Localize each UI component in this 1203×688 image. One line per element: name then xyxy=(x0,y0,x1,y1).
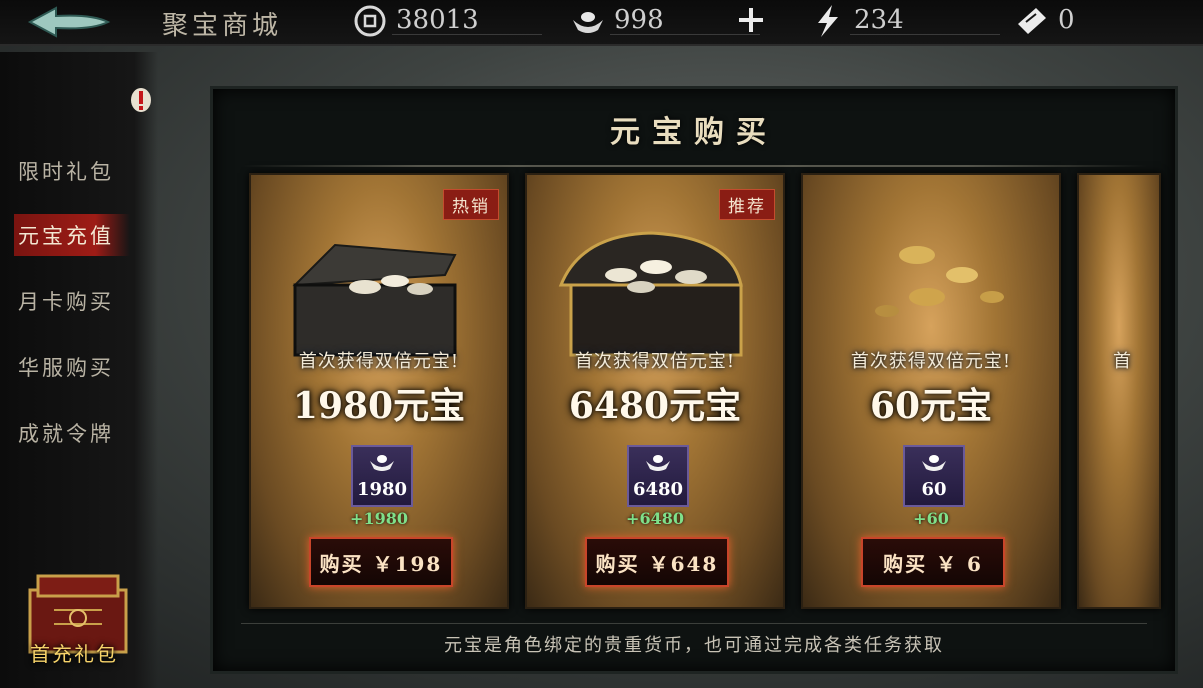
silver-ingot-icon xyxy=(646,455,670,471)
sidebar-item-ingot-recharge[interactable]: 元宝充值 xyxy=(14,214,130,256)
buy-button[interactable]: 购买 ￥ 6 xyxy=(861,537,1005,587)
coin-resource: 38013 xyxy=(352,4,552,38)
first-purchase-note: 首 xyxy=(1113,351,1132,372)
ingot-item-slot: 60 xyxy=(903,445,965,507)
coin-value: 38013 xyxy=(396,5,479,35)
ticket-resource: 0 xyxy=(1014,4,1194,38)
energy-resource: 234 xyxy=(810,4,1000,38)
silver-ingot-icon xyxy=(573,12,603,33)
coin-icon xyxy=(354,5,386,37)
ingot-pile-icon xyxy=(875,246,1004,317)
product-card-1980[interactable]: 热销 首次获得双倍元宝! 1980元宝 1980 +1980 购买 ￥198 xyxy=(249,173,509,609)
first-purchase-note: 首次获得双倍元宝! xyxy=(298,351,460,372)
item-count: 6480 xyxy=(632,479,684,500)
ingot-value: 998 xyxy=(614,5,664,35)
silver-ingot-icon xyxy=(922,455,946,471)
footer-divider xyxy=(241,623,1147,624)
product-card-60[interactable]: 首次获得双倍元宝! 60元宝 60 +60 购买 ￥ 6 xyxy=(801,173,1061,609)
treasure-chest-icon xyxy=(292,243,457,357)
bonus-amount: +60 xyxy=(913,509,949,528)
plus-icon[interactable] xyxy=(735,4,767,36)
divider xyxy=(850,34,1000,35)
back-arrow-icon[interactable] xyxy=(22,4,114,40)
first-purchase-note: 首次获得双倍元宝! xyxy=(574,351,736,372)
treasure-chest-icon xyxy=(558,231,743,357)
sidebar-item-monthly-card[interactable]: 月卡购买 xyxy=(18,286,114,316)
title-divider xyxy=(241,165,1147,167)
first-recharge-gift-label: 首充礼包 xyxy=(30,642,118,666)
ingot-amount: 60元宝 xyxy=(869,385,993,427)
ticket-icon xyxy=(1018,8,1046,34)
lightning-icon xyxy=(818,5,838,37)
item-count: 60 xyxy=(921,479,947,500)
item-count: 1980 xyxy=(356,479,408,500)
bonus-amount: +1980 xyxy=(350,509,408,528)
silver-ingot-icon xyxy=(370,455,394,471)
energy-value: 234 xyxy=(854,5,904,35)
panel-title: 元宝购买 xyxy=(610,115,778,150)
product-card-6480[interactable]: 推荐 首次获得双倍元宝! 6480元宝 6480 +6480 购买 ￥648 xyxy=(525,173,785,609)
ingot-amount: 1980元宝 xyxy=(292,385,466,427)
shop-title: 聚宝商城 xyxy=(162,11,283,41)
alert-icon xyxy=(131,88,151,112)
ingot-item-slot: 6480 xyxy=(627,445,689,507)
footer-note: 元宝是角色绑定的贵重货币，也可通过完成各类任务获取 xyxy=(444,635,944,656)
sidebar-item-costume[interactable]: 华服购买 xyxy=(18,352,114,382)
sidebar-item-achievement-token[interactable]: 成就令牌 xyxy=(18,418,114,448)
sidebar-item-limited-gift[interactable]: 限时礼包 xyxy=(18,156,114,186)
top-bar: 聚宝商城 38013 998 234 0 xyxy=(0,0,1203,46)
first-purchase-note: 首次获得双倍元宝! xyxy=(850,351,1012,372)
buy-button[interactable]: 购买 ￥198 xyxy=(309,537,453,587)
divider xyxy=(392,34,542,35)
ticket-value: 0 xyxy=(1058,5,1075,35)
bonus-amount: +6480 xyxy=(626,509,684,528)
ingot-item-slot: 1980 xyxy=(351,445,413,507)
ingot-purchase-panel: 元宝购买 热销 首次获得双倍元宝! 1980元宝 1980 +1980 购买 ￥… xyxy=(210,86,1178,674)
product-card-partial[interactable]: 首 xyxy=(1077,173,1161,609)
buy-button[interactable]: 购买 ￥648 xyxy=(585,537,729,587)
ingot-amount: 6480元宝 xyxy=(568,385,742,427)
